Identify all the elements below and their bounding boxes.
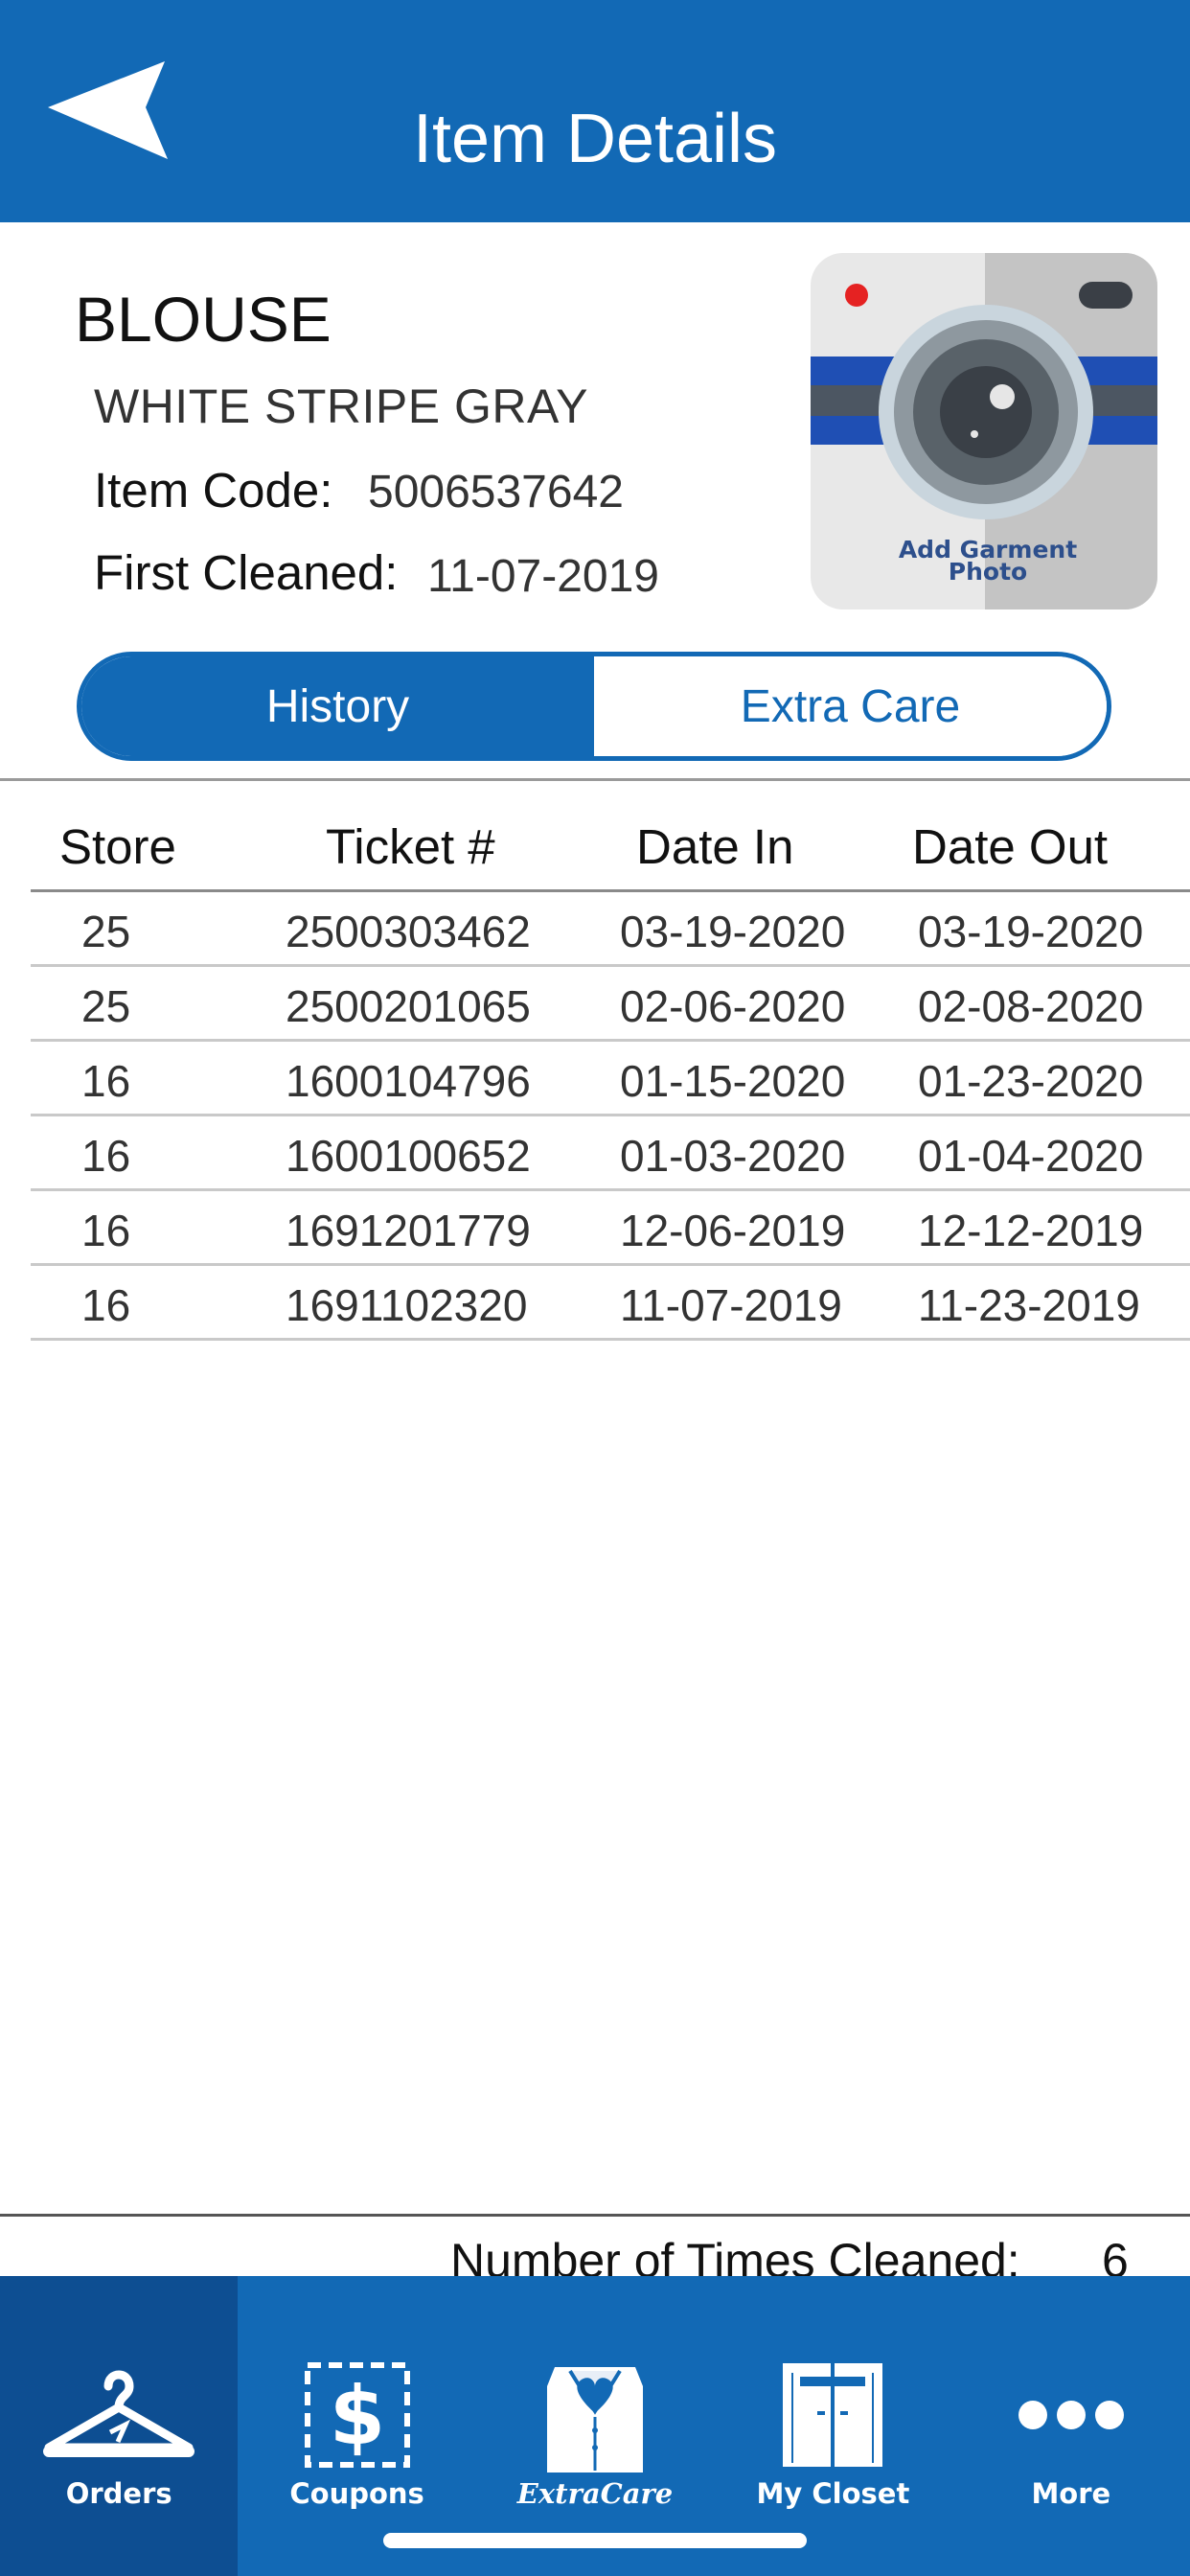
tab-my-closet[interactable]: My Closet — [714, 2276, 951, 2576]
date-in-cell: 11-07-2019 — [620, 1280, 842, 1330]
table-row[interactable]: 25 2500201065 02-06-2020 02-08-2020 — [31, 967, 1190, 1042]
store-cell: 16 — [81, 1056, 131, 1106]
store-column-header: Store — [59, 819, 176, 874]
ticket-cell: 1691102320 — [286, 1280, 528, 1330]
tab-more[interactable]: More — [952, 2276, 1190, 2576]
shirt-heart-icon — [547, 2367, 644, 2472]
table-row[interactable]: 16 1691102320 11-07-2019 11-23-2019 — [31, 1266, 1190, 1341]
store-cell: 25 — [81, 981, 131, 1031]
ticket-cell: 1691201779 — [286, 1206, 531, 1255]
tab-my-closet-label: My Closet — [756, 2477, 910, 2510]
date-out-cell: 11-23-2019 — [918, 1280, 1140, 1330]
history-segment[interactable]: History — [81, 656, 594, 756]
app-header: Item Details — [0, 0, 1190, 222]
extra-care-segment[interactable]: Extra Care — [594, 656, 1107, 756]
ticket-cell: 2500201065 — [286, 981, 531, 1031]
date-out-cell: 01-04-2020 — [918, 1131, 1144, 1181]
item-code-value: 5006537642 — [368, 467, 624, 518]
camera-icon: Add Garment Photo — [811, 253, 1157, 610]
date-in-cell: 01-15-2020 — [620, 1056, 846, 1106]
first-cleaned-label: First Cleaned: — [94, 545, 399, 600]
date-in-cell: 12-06-2019 — [620, 1206, 846, 1255]
tab-orders-label: Orders — [65, 2477, 172, 2510]
table-row[interactable]: 25 2500303462 03-19-2020 03-19-2020 — [31, 892, 1190, 967]
ticket-cell: 2500303462 — [286, 907, 531, 956]
section-divider — [0, 778, 1190, 781]
first-cleaned-value: 11-07-2019 — [427, 551, 659, 602]
first-cleaned-row: First Cleaned: 11-07-2019 — [94, 544, 659, 602]
tab-extracare-label: ExtraCare — [516, 2477, 674, 2510]
item-description: WHITE STRIPE GRAY — [94, 380, 588, 433]
svg-text:$: $ — [329, 2369, 384, 2463]
item-name: BLOUSE — [75, 284, 332, 355]
table-row[interactable]: 16 1600104796 01-15-2020 01-23-2020 — [31, 1042, 1190, 1116]
store-cell: 16 — [81, 1280, 131, 1330]
tab-orders[interactable]: Orders — [0, 2276, 239, 2576]
ticket-column-header: Ticket # — [326, 819, 495, 874]
tab-coupons-label: Coupons — [289, 2477, 424, 2510]
date-out-cell: 12-12-2019 — [918, 1206, 1144, 1255]
history-table: Store Ticket # Date In Date Out 25 25003… — [31, 805, 1190, 1341]
date-out-cell: 01-23-2020 — [918, 1056, 1144, 1106]
dollar-coupon-icon: $ — [304, 2362, 410, 2468]
table-header: Store Ticket # Date In Date Out — [31, 805, 1190, 892]
date-in-column-header: Date In — [636, 819, 794, 874]
table-row[interactable]: 16 1691201779 12-06-2019 12-12-2019 — [31, 1191, 1190, 1266]
date-in-cell: 01-03-2020 — [620, 1131, 846, 1181]
tab-extracare[interactable]: ExtraCare — [476, 2276, 714, 2576]
hanger-icon — [43, 2370, 195, 2457]
page-title: Item Details — [412, 101, 778, 177]
ticket-cell: 1600100652 — [286, 1131, 531, 1181]
store-cell: 25 — [81, 907, 131, 956]
closet-icon — [783, 2363, 883, 2467]
more-dots-icon — [1018, 2401, 1124, 2429]
date-out-cell: 02-08-2020 — [918, 981, 1144, 1031]
ticket-cell: 1600104796 — [286, 1056, 531, 1106]
item-code-label: Item Code: — [94, 463, 333, 518]
footer-divider — [0, 2214, 1190, 2217]
bottom-tab-bar: Orders $ Coupons ExtraCare My Closet Mor… — [0, 2276, 1190, 2576]
add-garment-photo-button[interactable]: Add Garment Photo — [811, 253, 1157, 610]
home-indicator[interactable] — [383, 2533, 807, 2548]
date-out-column-header: Date Out — [912, 819, 1109, 874]
date-out-cell: 03-19-2020 — [918, 907, 1144, 956]
date-in-cell: 03-19-2020 — [620, 907, 846, 956]
date-in-cell: 02-06-2020 — [620, 981, 846, 1031]
history-extracare-segmented-control: History Extra Care — [77, 652, 1111, 761]
tab-coupons[interactable]: $ Coupons — [238, 2276, 475, 2576]
add-photo-label-line2: Photo — [949, 558, 1027, 586]
item-code-row: Item Code: 5006537642 — [94, 462, 624, 518]
tab-more-label: More — [1031, 2477, 1111, 2510]
store-cell: 16 — [81, 1131, 131, 1181]
store-cell: 16 — [81, 1206, 131, 1255]
table-row[interactable]: 16 1600100652 01-03-2020 01-04-2020 — [31, 1116, 1190, 1191]
